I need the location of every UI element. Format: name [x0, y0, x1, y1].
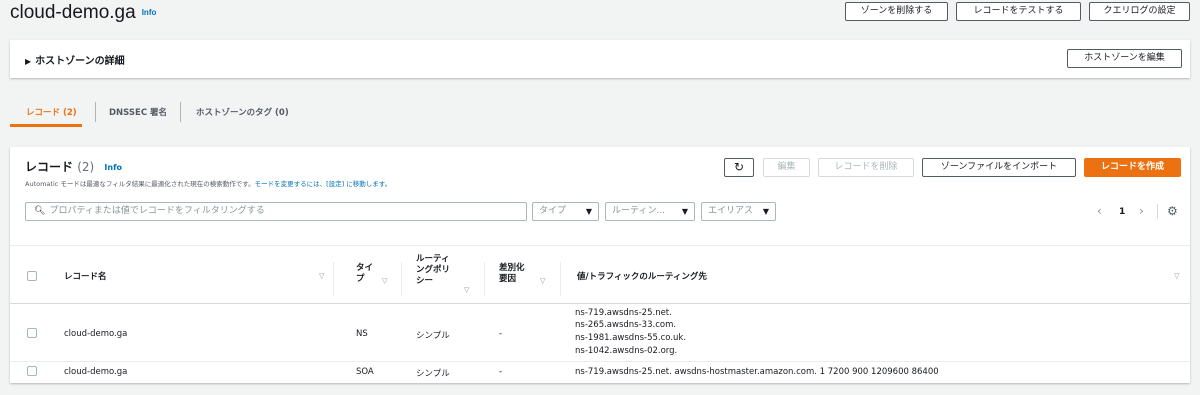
header-bottom-divider — [10, 303, 1190, 304]
query-log-button[interactable]: クエリログの設定 — [1089, 2, 1190, 21]
routing-policy: シンプル — [416, 331, 450, 341]
column-header-value[interactable]: 値/トラフィックのルーティング先 — [577, 272, 707, 283]
sort-caret-icon[interactable]: ▽ — [319, 272, 324, 280]
routing-policy: シンプル — [416, 369, 450, 379]
test-record-button[interactable]: レコードをテストする — [956, 2, 1081, 21]
delete-zone-button[interactable]: ゾーンを削除する — [845, 2, 948, 21]
column-header-type[interactable]: タイプ — [356, 263, 378, 285]
caret-down-icon: ▼ — [681, 207, 688, 216]
caret-down-icon: ▼ — [762, 207, 769, 216]
record-value: ns-265.awsdns-33.com. — [575, 320, 677, 330]
tab-divider — [95, 102, 96, 122]
create-record-button[interactable]: レコードを作成 — [1084, 158, 1181, 177]
pagination-divider — [1157, 204, 1158, 219]
search-placeholder: プロパティまたは値でレコードをフィルタリングする — [49, 206, 265, 216]
zone-details-toggle[interactable]: ▶ ホストゾーンの詳細 — [25, 52, 125, 67]
tab-records[interactable]: レコード (2) — [26, 100, 77, 126]
mode-description: Automatic モードは最適なフィルタ結果に最適化された現在の検索動作です。 — [25, 180, 255, 188]
differentiator: - — [499, 329, 503, 339]
records-info-link[interactable]: Info — [104, 163, 122, 172]
record-value: ns-1042.awsdns-02.org. — [575, 346, 678, 356]
column-divider — [484, 262, 485, 296]
sort-caret-icon[interactable]: ▽ — [1174, 272, 1179, 280]
refresh-icon: ↻ — [733, 160, 745, 174]
alias-filter-label: エイリアス — [708, 206, 754, 216]
settings-link[interactable]: モードを変更するには、[設定] に移動します。 — [255, 180, 392, 188]
column-header-differentiator[interactable]: 差別化要因 — [499, 263, 529, 285]
record-type: SOA — [356, 367, 374, 377]
active-tab-indicator — [10, 124, 82, 127]
search-icon: 🔍︎ — [34, 206, 46, 216]
record-value: ns-719.awsdns-25.net. awsdns-hostmaster.… — [575, 367, 939, 377]
column-divider — [333, 262, 334, 296]
gear-icon[interactable]: ⚙ — [1167, 204, 1178, 218]
edit-zone-button[interactable]: ホストゾーンを編集 — [1067, 49, 1182, 68]
tab-divider — [180, 102, 181, 122]
alias-filter-select[interactable]: エイリアス ▼ — [701, 202, 776, 221]
record-value: ns-719.awsdns-25.net. — [575, 308, 672, 318]
expand-caret-icon: ▶ — [25, 57, 32, 66]
page-title: cloud-demo.ga Info — [10, 2, 156, 24]
record-type: NS — [356, 329, 368, 339]
delete-record-button[interactable]: レコードを削除 — [818, 158, 914, 177]
records-heading: レコード (2) Info — [25, 158, 122, 175]
zone-details-panel: ▶ ホストゾーンの詳細 ホストゾーンを編集 — [10, 40, 1190, 78]
sort-caret-icon[interactable]: ▽ — [464, 286, 469, 294]
caret-down-icon: ▼ — [585, 207, 592, 216]
type-filter-label: タイプ — [539, 206, 567, 216]
column-header-routing[interactable]: ルーティングポリシー — [416, 254, 456, 287]
column-header-name[interactable]: レコード名 — [64, 272, 107, 283]
header-top-divider — [10, 245, 1190, 246]
records-count: (2) — [77, 160, 95, 174]
record-name: cloud-demo.ga — [64, 329, 128, 339]
zone-details-label: ホストゾーンの詳細 — [35, 56, 125, 67]
zone-name: cloud-demo.ga — [10, 2, 136, 23]
page-number[interactable]: 1 — [1119, 207, 1125, 217]
tab-zone-tags[interactable]: ホストゾーンのタグ (0) — [196, 100, 289, 126]
differentiator: - — [499, 367, 503, 377]
refresh-button[interactable]: ↻ — [724, 158, 754, 177]
edit-record-button[interactable]: 編集 — [763, 158, 810, 177]
sort-caret-icon[interactable]: ▽ — [540, 277, 545, 285]
info-link[interactable]: Info — [142, 8, 157, 17]
routing-filter-label: ルーティン... — [612, 206, 666, 216]
row-checkbox[interactable] — [27, 366, 37, 376]
tab-dnssec[interactable]: DNSSEC 署名 — [109, 100, 167, 126]
record-name: cloud-demo.ga — [64, 367, 128, 377]
prev-page-icon[interactable]: ‹ — [1097, 204, 1102, 218]
column-divider — [401, 262, 402, 296]
records-title: レコード — [25, 160, 74, 174]
row-checkbox[interactable] — [27, 328, 37, 338]
tab-bar: レコード (2) DNSSEC 署名 ホストゾーンのタグ (0) — [10, 100, 1190, 128]
next-page-icon[interactable]: › — [1139, 204, 1144, 218]
routing-filter-select[interactable]: ルーティン... ▼ — [605, 202, 695, 221]
record-filter-input[interactable]: 🔍︎ プロパティまたは値でレコードをフィルタリングする — [25, 202, 527, 221]
import-zone-file-button[interactable]: ゾーンファイルをインポート — [922, 158, 1076, 177]
select-all-checkbox[interactable] — [27, 271, 37, 281]
type-filter-select[interactable]: タイプ ▼ — [532, 202, 599, 221]
records-description: Automatic モードは最適なフィルタ結果に最適化された現在の検索動作です。… — [25, 178, 391, 188]
sort-caret-icon[interactable]: ▽ — [382, 277, 387, 285]
row-divider — [10, 361, 1190, 362]
record-value: ns-1981.awsdns-55.co.uk. — [575, 333, 687, 343]
column-divider — [560, 262, 561, 296]
